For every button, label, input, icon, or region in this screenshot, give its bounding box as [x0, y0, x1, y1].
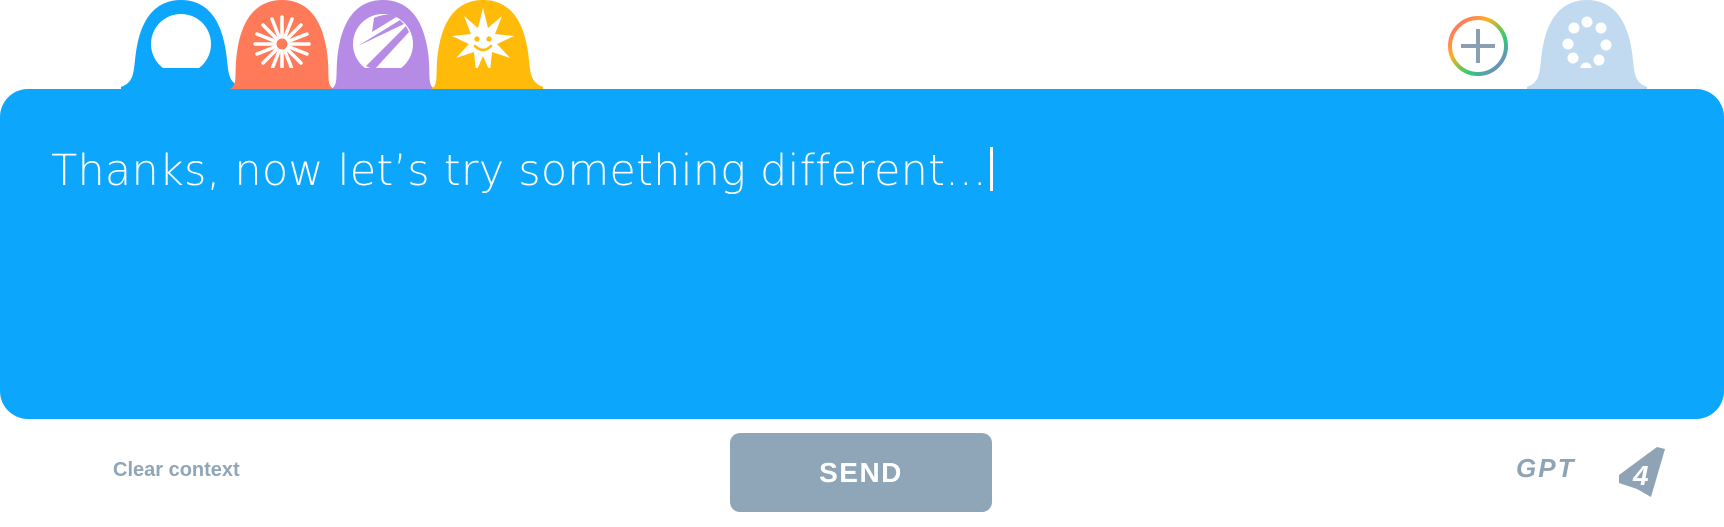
send-button[interactable]: SEND [730, 433, 992, 512]
tab-dotted-ring[interactable] [1527, 0, 1647, 92]
model-badge-number-icon: 4 [1619, 447, 1665, 497]
sunburst-icon [253, 15, 311, 68]
model-badge-text: GPT [1516, 453, 1576, 483]
model-badge-number: 4 [1632, 460, 1649, 491]
app-root: Thanks, now let’s try something differen… [0, 0, 1724, 527]
dotted-ring-icon [1562, 16, 1612, 68]
text-caret [989, 147, 993, 191]
clear-context-link[interactable]: Clear context [113, 459, 240, 482]
slash-globe-icon [353, 14, 413, 68]
prompt-text: Thanks, now let’s try something differen… [51, 146, 987, 196]
prompt-input[interactable]: Thanks, now let’s try something differen… [51, 146, 993, 196]
add-tab-button[interactable] [1447, 15, 1509, 77]
smiling-sun-icon [452, 8, 514, 68]
prompt-panel[interactable] [0, 89, 1724, 419]
circle-icon [151, 14, 211, 68]
tab-smiling-sun[interactable] [423, 0, 543, 92]
